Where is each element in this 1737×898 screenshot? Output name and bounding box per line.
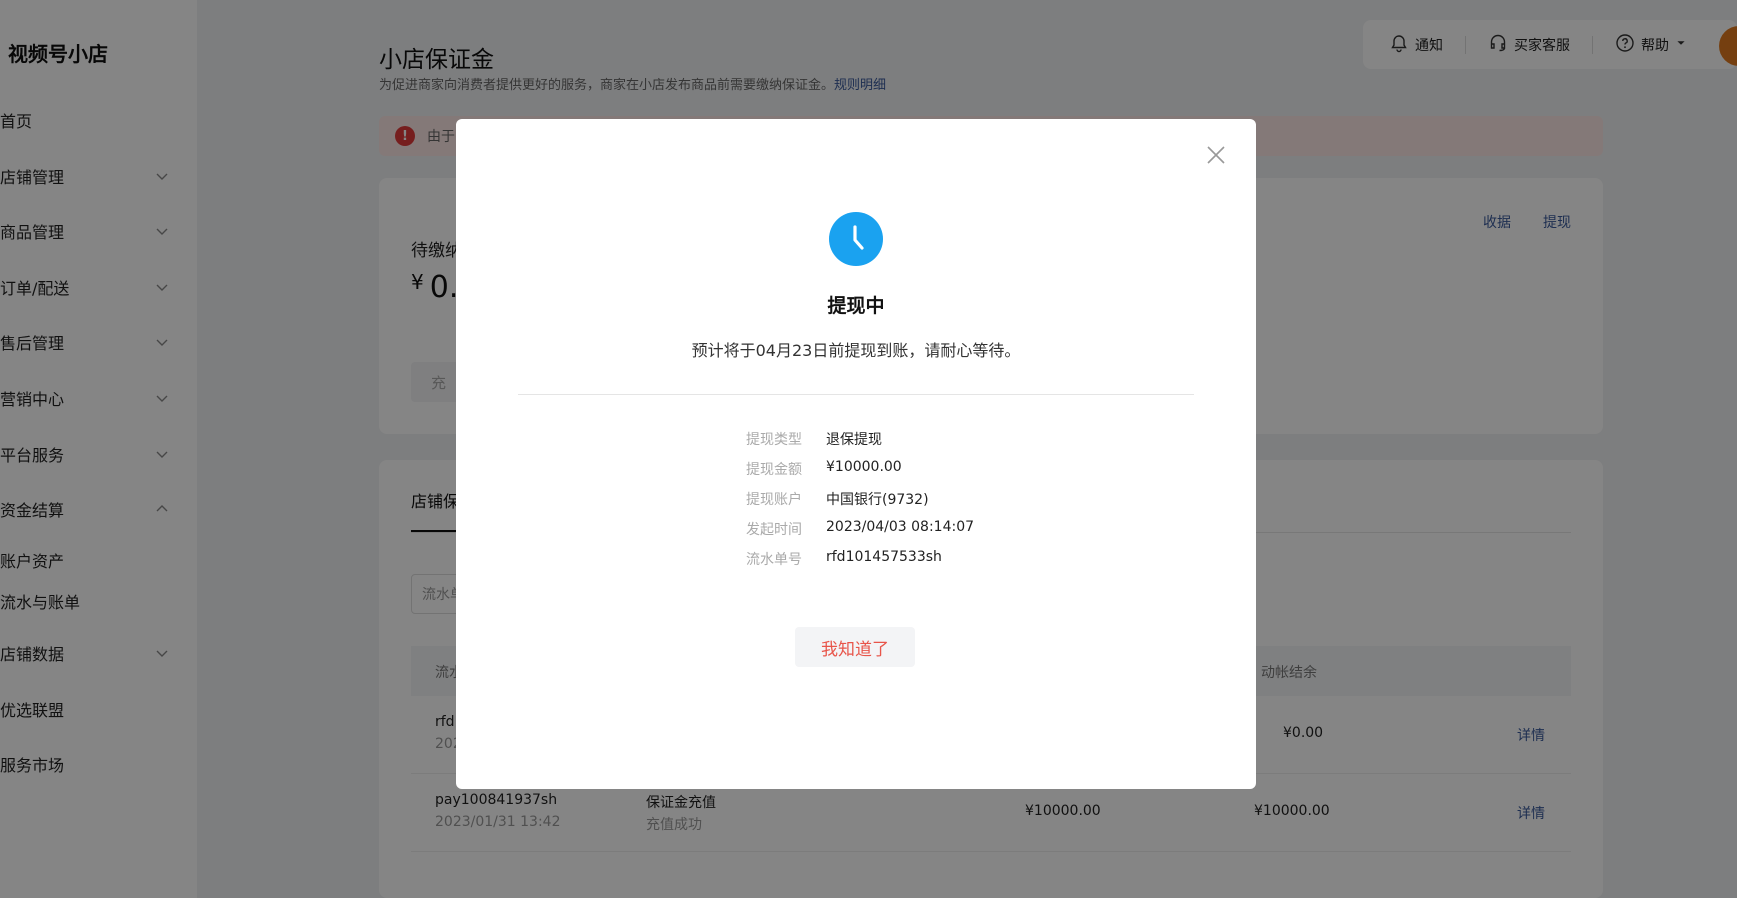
acknowledge-button[interactable]: 我知道了 <box>795 627 915 667</box>
info-row-time: 发起时间 2023/04/03 08:14:07 <box>456 519 1256 539</box>
info-row-account: 提现账户 中国银行(9732) <box>456 489 1256 509</box>
info-value: ¥10000.00 <box>826 459 902 475</box>
info-value: 中国银行(9732) <box>826 492 929 508</box>
info-value: 退保提现 <box>826 432 882 448</box>
info-key: 提现账户 <box>746 492 802 508</box>
info-row-amount: 提现金额 ¥10000.00 <box>456 459 1256 479</box>
info-key: 发起时间 <box>746 522 802 538</box>
info-value: rfd101457533sh <box>826 549 942 565</box>
info-key: 提现类型 <box>746 432 802 448</box>
info-key: 流水单号 <box>746 552 802 568</box>
withdraw-status-modal: 提现中 预计将于04月23日前提现到账，请耐心等待。 提现类型 退保提现 提现金… <box>456 119 1256 789</box>
close-icon[interactable] <box>1204 143 1228 167</box>
info-value: 2023/04/03 08:14:07 <box>826 519 975 535</box>
info-key: 提现金额 <box>746 462 802 478</box>
modal-description: 预计将于04月23日前提现到账，请耐心等待。 <box>691 341 1021 360</box>
info-row-type: 提现类型 退保提现 <box>456 429 1256 449</box>
clock-icon <box>829 212 883 266</box>
info-row-serial: 流水单号 rfd101457533sh <box>456 549 1256 569</box>
modal-divider <box>518 394 1194 395</box>
modal-title: 提现中 <box>827 295 885 317</box>
